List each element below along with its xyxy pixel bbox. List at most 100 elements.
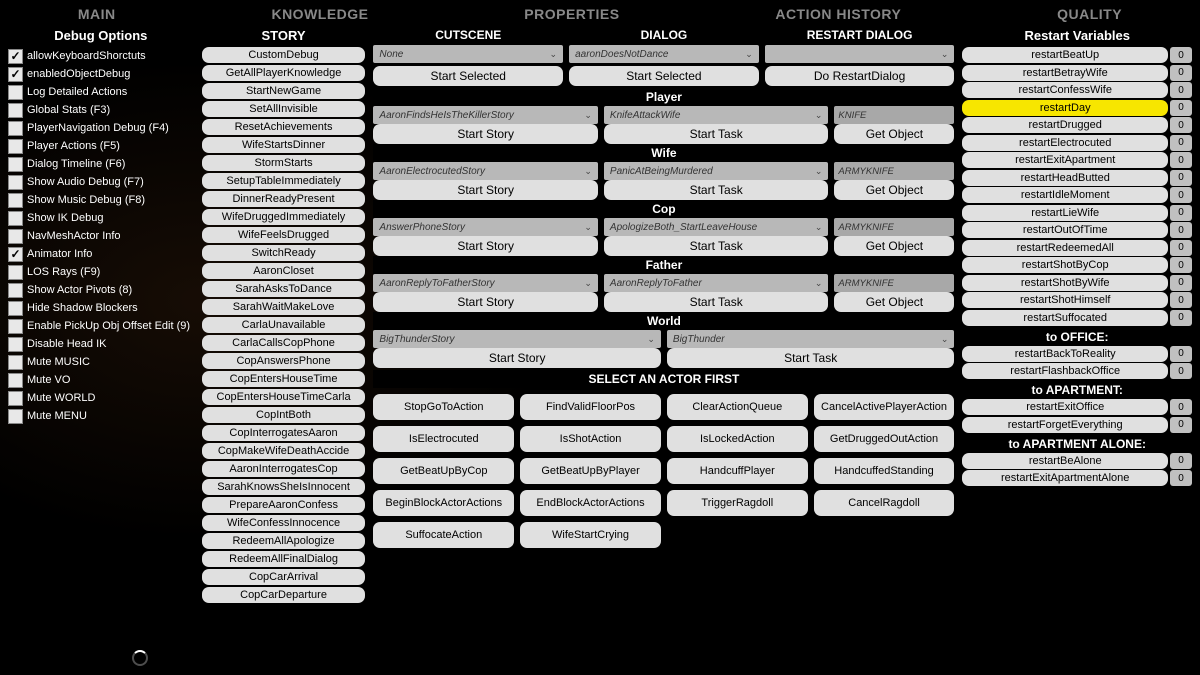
story-button[interactable]: DinnerReadyPresent [202, 191, 366, 207]
restart-button[interactable]: restartBetrayWife [962, 65, 1168, 81]
nav-main[interactable]: MAIN [78, 6, 116, 22]
restart-button[interactable]: restartExitApartment [962, 152, 1168, 168]
debug-checkbox[interactable] [8, 283, 23, 298]
action-button[interactable]: CancelRagdoll [814, 490, 955, 516]
get-object-button[interactable]: Get Object [834, 180, 954, 200]
start-task-button[interactable]: Start Task [667, 348, 955, 368]
story-button[interactable]: AaronInterrogatesCop [202, 461, 366, 477]
action-button[interactable]: StopGoToAction [373, 394, 514, 420]
story-button[interactable]: GetAllPlayerKnowledge [202, 65, 366, 81]
story-button[interactable]: RedeemAllFinalDialog [202, 551, 366, 567]
dialog-start-button[interactable]: Start Selected [569, 66, 759, 86]
restart-button[interactable]: restartForgetEverything [962, 417, 1168, 433]
actor-story-dropdown[interactable]: BigThunderStory⌄ [373, 330, 661, 348]
actor-object-field[interactable]: ARMYKNIFE [834, 218, 954, 236]
story-button[interactable]: SetAllInvisible [202, 101, 366, 117]
debug-checkbox[interactable] [8, 391, 23, 406]
restart-button[interactable]: restartDrugged [962, 117, 1168, 133]
action-button[interactable]: HandcuffPlayer [667, 458, 808, 484]
restart-button[interactable]: restartDay [962, 100, 1168, 116]
restart-button[interactable]: restartHeadButted [962, 170, 1168, 186]
debug-checkbox[interactable] [8, 409, 23, 424]
story-button[interactable]: SetupTableImmediately [202, 173, 366, 189]
debug-checkbox[interactable] [8, 337, 23, 352]
actor-story-dropdown[interactable]: AaronElectrocutedStory⌄ [373, 162, 598, 180]
debug-checkbox[interactable] [8, 157, 23, 172]
story-button[interactable]: WifeFeelsDrugged [202, 227, 366, 243]
action-button[interactable]: TriggerRagdoll [667, 490, 808, 516]
get-object-button[interactable]: Get Object [834, 236, 954, 256]
start-story-button[interactable]: Start Story [373, 124, 598, 144]
debug-checkbox[interactable] [8, 175, 23, 190]
restart-button[interactable]: restartShotHimself [962, 292, 1168, 308]
actor-story-dropdown[interactable]: AaronFindsHeIsTheKillerStory⌄ [373, 106, 598, 124]
start-task-button[interactable]: Start Task [604, 180, 829, 200]
debug-checkbox[interactable] [8, 229, 23, 244]
action-button[interactable]: IsLockedAction [667, 426, 808, 452]
debug-checkbox[interactable] [8, 373, 23, 388]
story-button[interactable]: SarahKnowsSheIsInnocent [202, 479, 366, 495]
nav-knowledge[interactable]: KNOWLEDGE [271, 6, 368, 22]
debug-checkbox[interactable]: ✓ [8, 67, 23, 82]
story-button[interactable]: ResetAchievements [202, 119, 366, 135]
action-button[interactable]: EndBlockActorActions [520, 490, 661, 516]
actor-task-dropdown[interactable]: PanicAtBeingMurdered⌄ [604, 162, 829, 180]
debug-checkbox[interactable] [8, 211, 23, 226]
debug-checkbox[interactable] [8, 355, 23, 370]
story-button[interactable]: SarahWaitMakeLove [202, 299, 366, 315]
story-button[interactable]: RedeemAllApologize [202, 533, 366, 549]
restart-button[interactable]: restartSuffocated [962, 310, 1168, 326]
story-button[interactable]: CopIntBoth [202, 407, 366, 423]
story-button[interactable]: WifeDruggedImmediately [202, 209, 366, 225]
story-button[interactable]: CopMakeWifeDeathAccide [202, 443, 366, 459]
do-restart-dialog-button[interactable]: Do RestartDialog [765, 66, 955, 86]
action-button[interactable]: WifeStartCrying [520, 522, 661, 548]
actor-task-dropdown[interactable]: KnifeAttackWife⌄ [604, 106, 829, 124]
start-story-button[interactable]: Start Story [373, 348, 661, 368]
restart-button[interactable]: restartBeAlone [962, 453, 1168, 469]
cutscene-start-button[interactable]: Start Selected [373, 66, 563, 86]
start-task-button[interactable]: Start Task [604, 236, 829, 256]
story-button[interactable]: WifeConfessInnocence [202, 515, 366, 531]
actor-object-field[interactable]: ARMYKNIFE [834, 162, 954, 180]
debug-checkbox[interactable] [8, 265, 23, 280]
nav-action-history[interactable]: ACTION HISTORY [775, 6, 901, 22]
cutscene-dropdown[interactable]: None ⌄ [373, 45, 563, 63]
restart-button[interactable]: restartElectrocuted [962, 135, 1168, 151]
restart-button[interactable]: restartRedeemedAll [962, 240, 1168, 256]
story-button[interactable]: SwitchReady [202, 245, 366, 261]
debug-checkbox[interactable]: ✓ [8, 49, 23, 64]
start-task-button[interactable]: Start Task [604, 124, 829, 144]
restart-button[interactable]: restartIdleMoment [962, 187, 1168, 203]
actor-story-dropdown[interactable]: AnswerPhoneStory⌄ [373, 218, 598, 236]
start-task-button[interactable]: Start Task [604, 292, 829, 312]
debug-checkbox[interactable] [8, 139, 23, 154]
actor-task-dropdown[interactable]: ApologizeBoth_StartLeaveHouse⌄ [604, 218, 829, 236]
story-button[interactable]: CopCarDeparture [202, 587, 366, 603]
story-button[interactable]: CarlaCallsCopPhone [202, 335, 366, 351]
get-object-button[interactable]: Get Object [834, 292, 954, 312]
start-story-button[interactable]: Start Story [373, 292, 598, 312]
restart-button[interactable]: restartExitOffice [962, 399, 1168, 415]
action-button[interactable]: IsElectrocuted [373, 426, 514, 452]
story-button[interactable]: PrepareAaronConfess [202, 497, 366, 513]
restart-button[interactable]: restartFlashbackOffice [962, 363, 1168, 379]
start-story-button[interactable]: Start Story [373, 236, 598, 256]
restart-button[interactable]: restartBeatUp [962, 47, 1168, 63]
story-button[interactable]: CopEntersHouseTimeCarla [202, 389, 366, 405]
debug-checkbox[interactable]: ✓ [8, 247, 23, 262]
debug-checkbox[interactable] [8, 301, 23, 316]
action-button[interactable]: HandcuffedStanding [814, 458, 955, 484]
action-button[interactable]: IsShotAction [520, 426, 661, 452]
actor-story-dropdown[interactable]: AaronReplyToFatherStory⌄ [373, 274, 598, 292]
story-button[interactable]: StartNewGame [202, 83, 366, 99]
story-button[interactable]: SarahAsksToDance [202, 281, 366, 297]
story-button[interactable]: CopAnswersPhone [202, 353, 366, 369]
story-button[interactable]: CopCarArrival [202, 569, 366, 585]
story-button[interactable]: CopInterrogatesAaron [202, 425, 366, 441]
action-button[interactable]: GetDruggedOutAction [814, 426, 955, 452]
story-button[interactable]: CopEntersHouseTime [202, 371, 366, 387]
action-button[interactable]: FindValidFloorPos [520, 394, 661, 420]
action-button[interactable]: SuffocateAction [373, 522, 514, 548]
restart-button[interactable]: restartConfessWife [962, 82, 1168, 98]
